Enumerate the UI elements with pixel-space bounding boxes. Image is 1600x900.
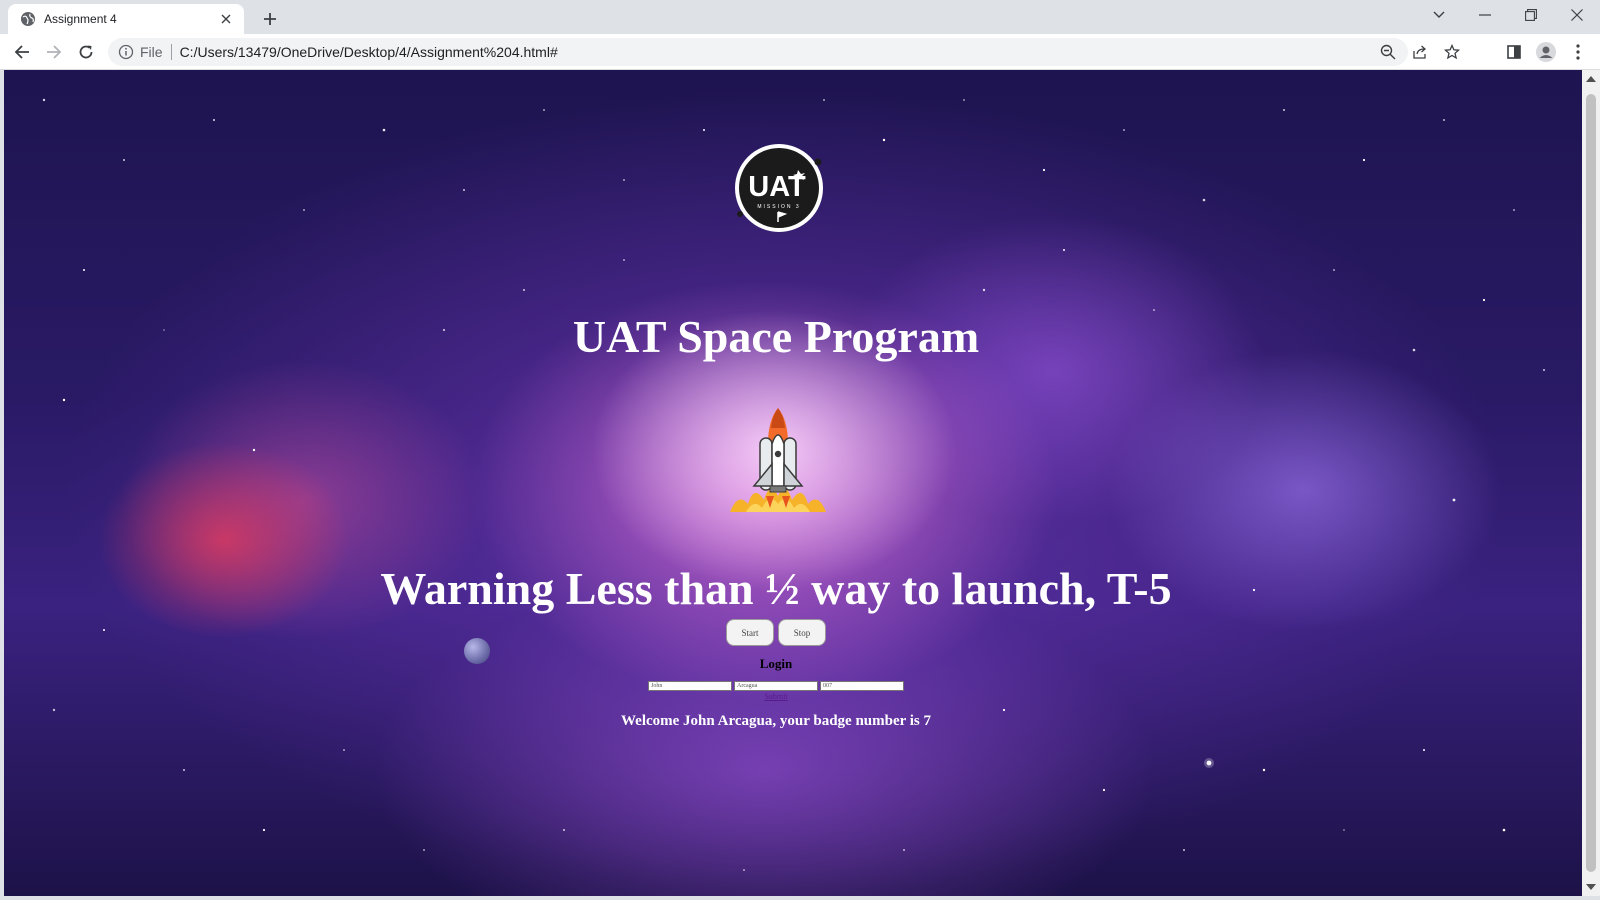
browser-toolbar: File C:/Users/13479/OneDrive/Desktop/4/A… <box>0 34 1600 70</box>
scheme-label: File <box>140 44 163 60</box>
tab-search-chevron-icon[interactable] <box>1416 0 1462 30</box>
launch-warning: Warning Less than ½ way to launch, T-5 <box>380 563 1172 614</box>
zoom-icon[interactable] <box>1374 38 1402 66</box>
uat-mission-logo: UAT MISSION 3 <box>735 144 823 232</box>
profile-avatar-icon[interactable] <box>1532 38 1560 66</box>
vertical-scrollbar[interactable] <box>1582 70 1600 896</box>
tab-title: Assignment 4 <box>44 12 117 26</box>
submit-link[interactable]: Submit <box>4 692 1548 701</box>
badge-number-field[interactable]: 007 <box>820 681 904 691</box>
close-window-icon[interactable] <box>1554 0 1600 30</box>
scroll-down-arrow-icon[interactable] <box>1586 884 1596 890</box>
tab-strip: Assignment 4 <box>0 0 1600 34</box>
start-button[interactable]: Start <box>726 619 774 646</box>
rocket-icon <box>730 408 826 512</box>
stop-button[interactable]: Stop <box>778 619 826 646</box>
back-arrow-icon[interactable] <box>8 38 36 66</box>
forward-arrow-icon[interactable] <box>40 38 68 66</box>
login-heading: Login <box>759 656 793 671</box>
launch-controls: Start Stop <box>4 619 1548 646</box>
svg-text:MISSION 3: MISSION 3 <box>757 204 800 210</box>
scroll-up-arrow-icon[interactable] <box>1586 76 1596 82</box>
url-text[interactable]: C:/Users/13479/OneDrive/Desktop/4/Assign… <box>180 44 558 60</box>
side-panel-icon[interactable] <box>1500 38 1528 66</box>
share-icon[interactable] <box>1406 38 1434 66</box>
address-divider <box>170 44 172 60</box>
login-form: John Arcagua 007 <box>4 681 1548 691</box>
page-content: UAT MISSION 3 UAT Space Program Warning … <box>4 70 1548 896</box>
close-tab-icon[interactable] <box>218 11 234 27</box>
scrollbar-thumb[interactable] <box>1586 94 1596 872</box>
last-name-field[interactable]: Arcagua <box>734 681 818 691</box>
welcome-message: Welcome John Arcagua, your badge number … <box>620 713 932 729</box>
menu-kebab-icon[interactable] <box>1564 38 1592 66</box>
globe-icon <box>20 11 36 27</box>
page-title: UAT Space Program <box>572 311 980 362</box>
first-name-field[interactable]: John <box>648 681 732 691</box>
bookmark-star-icon[interactable] <box>1438 38 1466 66</box>
address-bar[interactable]: File C:/Users/13479/OneDrive/Desktop/4/A… <box>108 38 1460 66</box>
restore-icon[interactable] <box>1508 0 1554 30</box>
minimize-icon[interactable] <box>1462 0 1508 30</box>
reload-icon[interactable] <box>72 38 100 66</box>
browser-tab[interactable]: Assignment 4 <box>8 4 244 34</box>
new-tab-icon[interactable] <box>258 7 282 31</box>
page-viewport: UAT MISSION 3 UAT Space Program Warning … <box>4 70 1582 896</box>
site-info-icon[interactable] <box>118 44 134 60</box>
